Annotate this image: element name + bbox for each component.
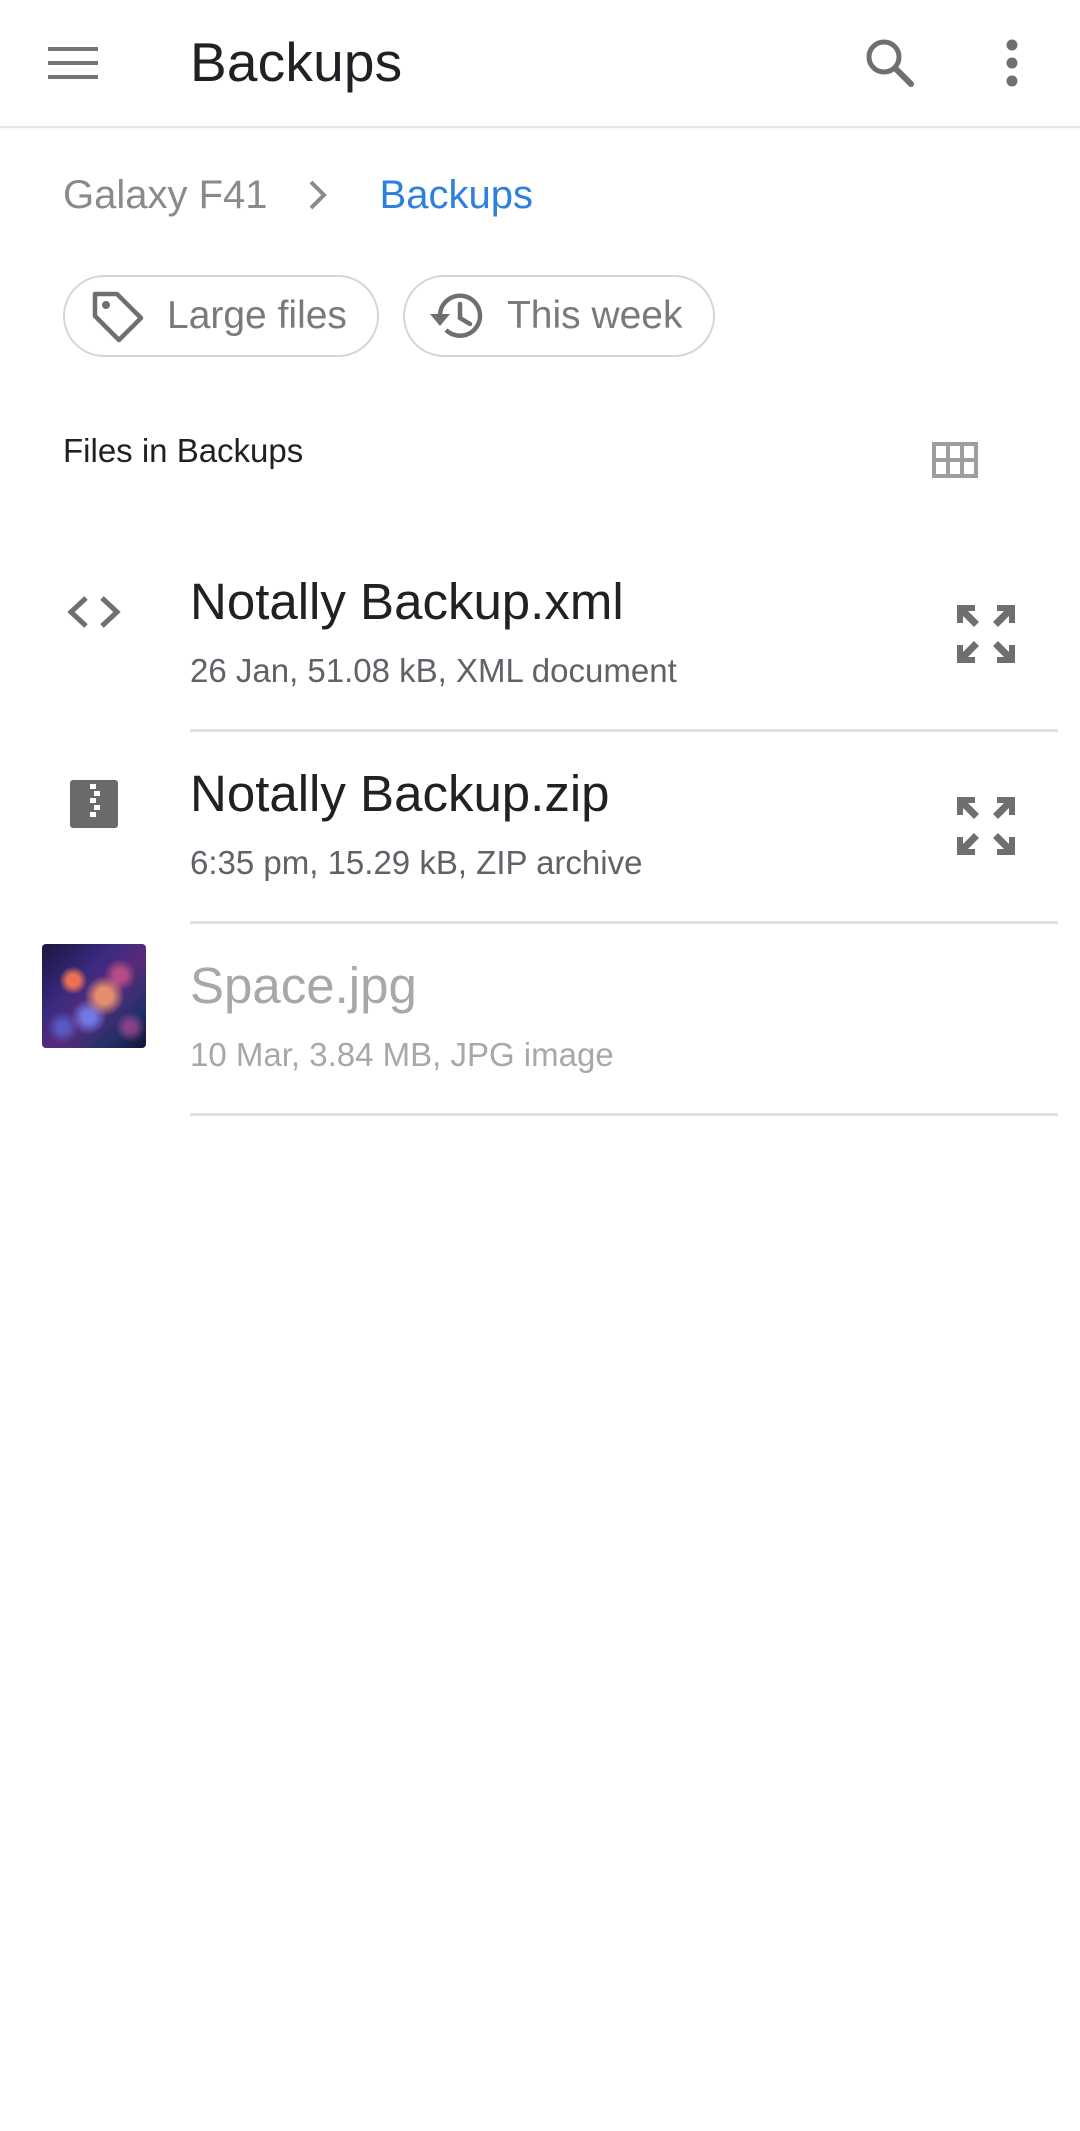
more-vert-icon[interactable] [964,15,1060,111]
list-item[interactable]: Notally Backup.zip 6:35 pm, 15.29 kB, ZI… [0,732,1080,924]
chip-label: Large files [167,294,347,337]
chip-this-week[interactable]: This week [402,275,715,357]
file-name: Space.jpg [190,957,417,1014]
grid-view-icon[interactable] [925,430,985,490]
chevron-right-icon [308,179,328,211]
app-bar: Backups [0,0,1080,128]
chip-large-files[interactable]: Large files [63,275,379,357]
file-name: Notally Backup.xml [190,573,624,630]
image-thumbnail [42,944,146,1048]
page-title: Backups [190,31,403,93]
file-meta: 26 Jan, 51.08 kB, XML document [190,652,677,689]
zip-icon [42,752,146,856]
breadcrumb-root[interactable]: Galaxy F41 [63,173,268,218]
space-image-thumbnail [42,944,146,1048]
history-icon [427,286,487,346]
search-icon[interactable] [842,15,938,111]
file-list: Notally Backup.xml 26 Jan, 51.08 kB, XML… [0,540,1080,1116]
expand-icon[interactable] [950,598,1022,670]
breadcrumb-current[interactable]: Backups [380,173,533,218]
file-meta: 10 Mar, 3.84 MB, JPG image [190,1036,614,1073]
section-title: Files in Backups [63,432,304,469]
filter-chips: Large files This week [63,275,715,357]
list-item[interactable]: Space.jpg 10 Mar, 3.84 MB, JPG image [0,924,1080,1116]
list-item[interactable]: Notally Backup.xml 26 Jan, 51.08 kB, XML… [0,540,1080,732]
file-name: Notally Backup.zip [190,765,610,822]
chip-label: This week [506,294,683,337]
expand-icon[interactable] [950,790,1022,862]
file-meta: 6:35 pm, 15.29 kB, ZIP archive [190,844,643,881]
tag-icon [87,286,147,346]
divider [190,1113,1058,1116]
code-icon [42,560,146,664]
breadcrumb: Galaxy F41 Backups [63,165,533,225]
menu-icon[interactable] [25,15,121,111]
